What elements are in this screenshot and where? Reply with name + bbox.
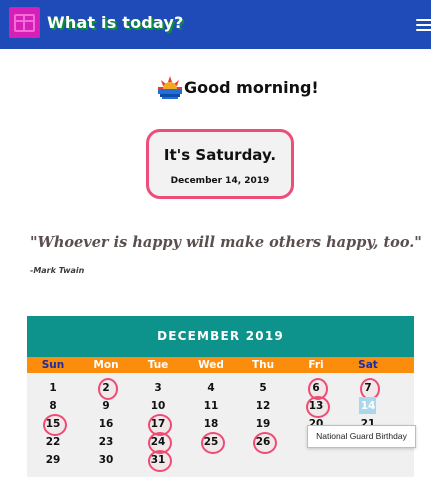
calendar-day-8[interactable]: 8 (27, 397, 79, 415)
weekday-wed: Wed (198, 359, 224, 371)
calendar-day-18[interactable]: 18 (185, 415, 237, 433)
calendar-day-number: 2 (102, 382, 110, 394)
greeting-text: Good morning! (184, 78, 319, 97)
calendar-day-29[interactable]: 29 (27, 451, 79, 469)
calendar-day-23[interactable]: 23 (80, 433, 132, 451)
calendar-day-5[interactable]: 5 (237, 379, 289, 397)
calendar-day-9[interactable]: 9 (80, 397, 132, 415)
event-tooltip: National Guard Birthday (307, 425, 416, 448)
calendar-day-number: 26 (255, 436, 271, 448)
calendar-day-25[interactable]: 25 (185, 432, 237, 454)
calendar-day-number: 18 (203, 418, 219, 430)
calendar-day-14[interactable]: 14 (342, 397, 394, 415)
calendar-day-number: 12 (255, 400, 271, 412)
calendar-day-number: 22 (45, 436, 61, 448)
calendar-day-4[interactable]: 4 (185, 379, 237, 397)
calendar-day-15[interactable]: 15 (27, 414, 79, 436)
weekday-thu: Thu (251, 359, 275, 371)
app-title: What is today? (47, 13, 184, 32)
calendar-day-number: 9 (102, 400, 110, 412)
calendar-day-12[interactable]: 12 (237, 397, 289, 415)
calendar-day-number: 5 (259, 382, 267, 394)
calendar-icon[interactable] (9, 7, 40, 38)
calendar-day-number: 13 (308, 400, 324, 412)
calendar-day-number: 11 (203, 400, 219, 412)
calendar-day-number: 4 (207, 382, 215, 394)
weekday-fri: Fri (308, 359, 324, 371)
calendar-day-number: 23 (98, 436, 114, 448)
calendar-day-17[interactable]: 17 (132, 414, 184, 436)
calendar-day-19[interactable]: 19 (237, 415, 289, 433)
quote-text: "Whoever is happy will make others happy… (30, 234, 422, 251)
weekday-sun: Sun (41, 359, 65, 371)
day-date: December 14, 2019 (170, 176, 270, 186)
calendar: DECEMBER 2019 Sun Mon Tue Wed Thu Fri Sa… (27, 316, 414, 477)
calendar-day-1[interactable]: 1 (27, 379, 79, 397)
calendar-day-number: 29 (45, 454, 61, 466)
calendar-day-number: 16 (98, 418, 114, 430)
calendar-day-number: 14 (360, 400, 376, 412)
calendar-day-number: 30 (98, 454, 114, 466)
calendar-day-number: 7 (364, 382, 372, 394)
calendar-day-24[interactable]: 24 (132, 432, 184, 454)
calendar-day-number: 17 (150, 418, 166, 430)
calendar-day-31[interactable]: 31 (132, 450, 184, 472)
calendar-day-10[interactable]: 10 (132, 397, 184, 415)
sunrise-icon (158, 76, 182, 99)
calendar-day-number: 25 (203, 436, 219, 448)
calendar-day-number: 19 (255, 418, 271, 430)
weekday-tue: Tue (147, 359, 169, 371)
calendar-day-6[interactable]: 6 (290, 378, 342, 400)
weekday-mon: Mon (93, 359, 119, 371)
app-bar: What is today? (0, 0, 431, 49)
calendar-day-13[interactable]: 13 (290, 396, 342, 418)
calendar-day-2[interactable]: 2 (80, 378, 132, 400)
quote-author: -Mark Twain (30, 266, 85, 275)
calendar-day-number: 15 (45, 418, 61, 430)
calendar-day-number: 10 (150, 400, 166, 412)
day-title: It's Saturday. (163, 146, 277, 164)
calendar-day-7[interactable]: 7 (342, 378, 394, 400)
calendar-day-number: 1 (49, 382, 57, 394)
calendar-day-22[interactable]: 22 (27, 433, 79, 451)
weekday-header-row: Sun Mon Tue Wed Thu Fri Sat (27, 357, 414, 373)
calendar-day-number: 8 (49, 400, 57, 412)
calendar-day-3[interactable]: 3 (132, 379, 184, 397)
calendar-day-26[interactable]: 26 (237, 432, 289, 454)
greeting-row: Good morning! (0, 73, 431, 103)
weekday-sat: Sat (358, 359, 378, 371)
calendar-day-16[interactable]: 16 (80, 415, 132, 433)
calendar-month-title: DECEMBER 2019 (27, 316, 414, 357)
calendar-day-11[interactable]: 11 (185, 397, 237, 415)
hamburger-menu-icon[interactable] (414, 18, 431, 32)
day-card: It's Saturday. December 14, 2019 (146, 129, 294, 199)
calendar-day-number: 3 (154, 382, 162, 394)
calendar-day-number: 24 (150, 436, 166, 448)
calendar-day-30[interactable]: 30 (80, 451, 132, 469)
calendar-day-number: 6 (312, 382, 320, 394)
calendar-day-number: 31 (150, 454, 166, 466)
